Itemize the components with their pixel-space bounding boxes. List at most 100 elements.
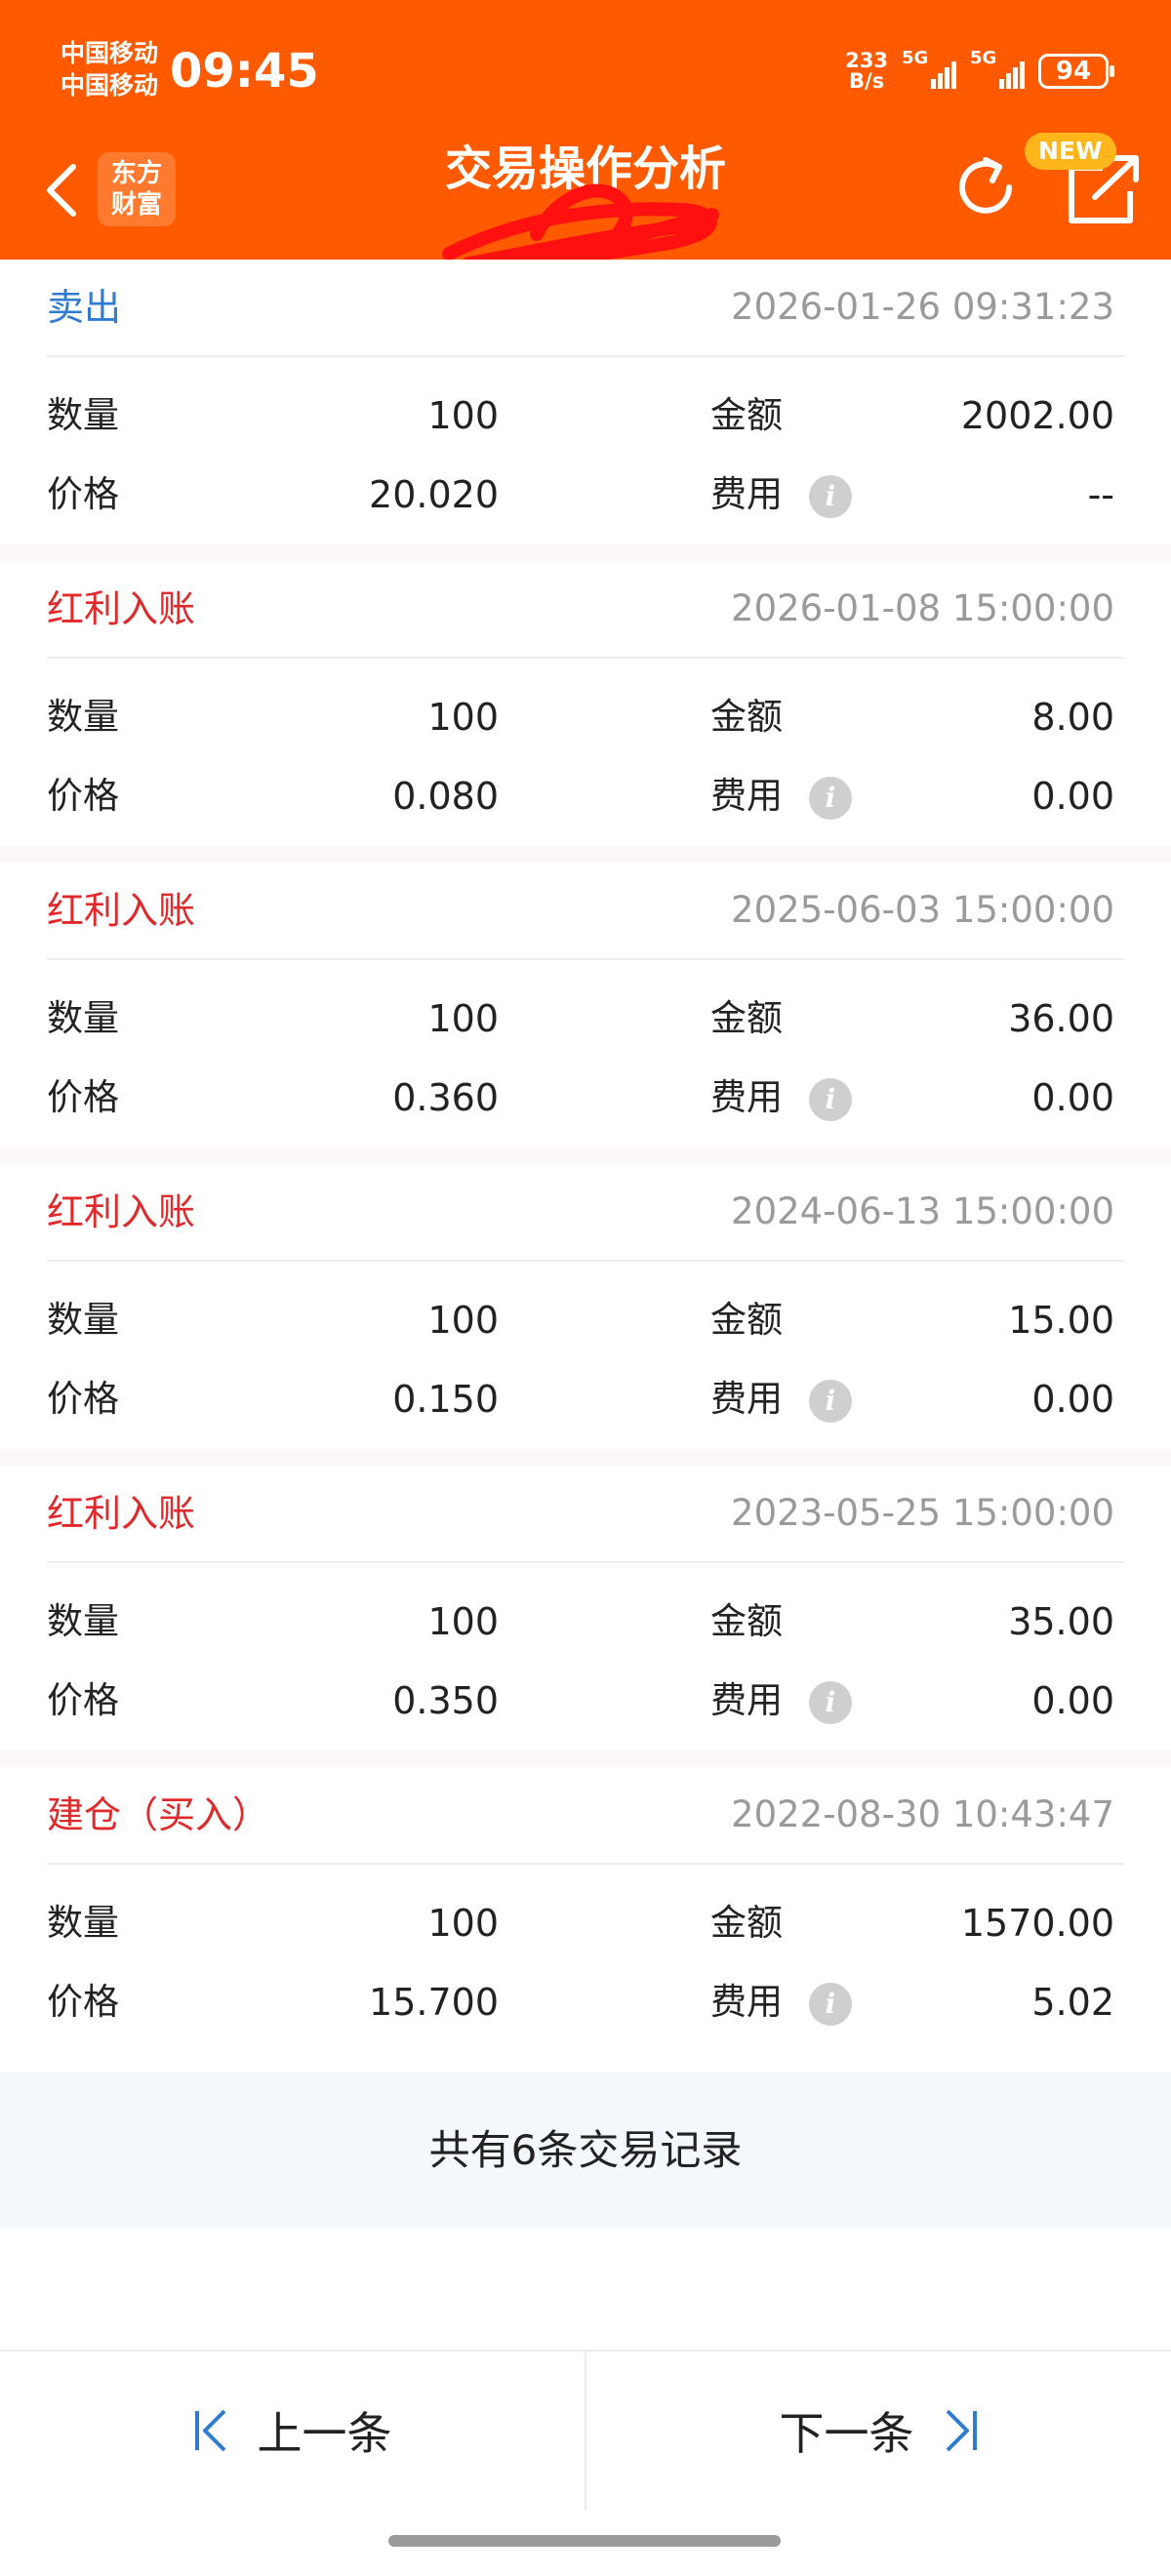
signal-icon: 5G — [902, 48, 956, 89]
amount-value: 2002.00 — [960, 394, 1114, 437]
next-record-button[interactable]: 下一条 — [586, 2352, 1171, 2510]
battery-level: 94 — [1055, 57, 1092, 86]
record-type: 建仓（买入） — [47, 1793, 270, 1836]
fee-label: 费用 — [710, 1378, 783, 1420]
info-icon[interactable]: i — [809, 1078, 852, 1121]
trade-record-list: 卖出 2026-01-26 09:31:23 数量 100 金额 2002.00… — [0, 260, 1171, 2052]
fee-value: 0.00 — [1031, 775, 1114, 818]
network-speed-value: 233 — [845, 49, 888, 72]
signal-icon-2: 5G — [970, 48, 1025, 89]
record-row-2: 价格 0.350 费用 i 0.00 — [47, 1671, 1124, 1730]
quantity-label: 数量 — [47, 1902, 119, 1944]
record-header: 卖出 2026-01-26 09:31:23 — [47, 260, 1124, 357]
record-header: 建仓（买入） 2022-08-30 10:43:47 — [47, 1767, 1124, 1865]
record-type: 卖出 — [47, 286, 122, 329]
info-icon[interactable]: i — [809, 1380, 852, 1423]
fee-label: 费用 — [710, 775, 783, 817]
record-row-1: 数量 100 金额 15.00 — [47, 1291, 1124, 1349]
record-type: 红利入账 — [47, 1492, 196, 1535]
price-value: 15.700 — [369, 1981, 499, 2024]
network-speed: 233 B/s — [845, 51, 888, 92]
carrier-info: 中国移动 中国移动 — [61, 37, 158, 101]
bottom-navigation: 上一条 下一条 — [0, 2350, 1171, 2510]
amount-label: 金额 — [710, 394, 783, 436]
trade-record-card: 红利入账 2026-01-08 15:00:00 数量 100 金额 8.00 … — [0, 561, 1171, 863]
record-row-1: 数量 100 金额 1570.00 — [47, 1894, 1124, 1952]
info-icon[interactable]: i — [809, 475, 852, 518]
record-row-1: 数量 100 金额 36.00 — [47, 989, 1124, 1048]
fee-label: 费用 — [710, 473, 783, 515]
trade-record-card: 卖出 2026-01-26 09:31:23 数量 100 金额 2002.00… — [0, 260, 1171, 561]
refresh-icon — [959, 157, 1012, 214]
amount-label: 金额 — [710, 1600, 783, 1642]
record-count-summary: 共有6条交易记录 — [0, 2073, 1171, 2229]
price-value: 0.350 — [392, 1679, 499, 1722]
next-last-icon — [946, 2409, 977, 2452]
record-header: 红利入账 2023-05-25 15:00:00 — [47, 1466, 1124, 1563]
carrier-2: 中国移动 — [61, 71, 159, 100]
price-label: 价格 — [47, 473, 119, 515]
record-time: 2025-06-03 15:00:00 — [731, 889, 1114, 931]
record-type: 红利入账 — [47, 889, 196, 932]
price-value: 0.360 — [392, 1076, 499, 1119]
amount-value: 35.00 — [1008, 1600, 1114, 1643]
price-label: 价格 — [47, 1679, 119, 1721]
quantity-label: 数量 — [47, 1600, 119, 1642]
info-icon[interactable]: i — [809, 1983, 852, 2026]
price-label: 价格 — [47, 1981, 119, 2023]
amount-label: 金额 — [710, 1299, 783, 1341]
record-header: 红利入账 2024-06-13 15:00:00 — [47, 1164, 1124, 1262]
record-row-2: 价格 0.360 费用 i 0.00 — [47, 1068, 1124, 1127]
header-bar: 中国移动 中国移动 09:45 233 B/s 5G 5G 94 东方 财富 交… — [0, 0, 1171, 280]
amount-value: 1570.00 — [960, 1902, 1114, 1945]
new-badge: NEW — [1025, 133, 1116, 170]
amount-value: 8.00 — [1031, 696, 1114, 739]
prev-record-button[interactable]: 上一条 — [0, 2352, 585, 2510]
trade-record-card: 红利入账 2025-06-03 15:00:00 数量 100 金额 36.00… — [0, 863, 1171, 1164]
price-value: 0.150 — [392, 1378, 499, 1421]
quantity-label: 数量 — [47, 997, 119, 1039]
quantity-value: 100 — [427, 1902, 499, 1945]
amount-value: 36.00 — [1008, 997, 1114, 1040]
record-header: 红利入账 2025-06-03 15:00:00 — [47, 863, 1124, 960]
fee-value: -- — [1087, 473, 1114, 516]
record-time: 2026-01-08 15:00:00 — [731, 587, 1114, 629]
quantity-value: 100 — [427, 1299, 499, 1342]
quantity-value: 100 — [427, 696, 499, 739]
amount-label: 金额 — [710, 997, 783, 1039]
fee-label: 费用 — [710, 1679, 783, 1721]
record-time: 2022-08-30 10:43:47 — [731, 1793, 1114, 1835]
record-row-2: 价格 20.020 费用 i -- — [47, 465, 1124, 524]
quantity-value: 100 — [427, 1600, 499, 1643]
record-header: 红利入账 2026-01-08 15:00:00 — [47, 561, 1124, 659]
carrier-1: 中国移动 — [61, 39, 159, 67]
trade-record-card: 红利入账 2023-05-25 15:00:00 数量 100 金额 35.00… — [0, 1466, 1171, 1767]
price-label: 价格 — [47, 1076, 119, 1118]
price-label: 价格 — [47, 775, 119, 817]
refresh-button[interactable] — [947, 148, 1025, 226]
record-row-2: 价格 0.150 费用 i 0.00 — [47, 1370, 1124, 1429]
info-icon[interactable]: i — [809, 1681, 852, 1724]
record-time: 2026-01-26 09:31:23 — [731, 286, 1114, 328]
next-label: 下一条 — [779, 2407, 914, 2460]
home-indicator[interactable] — [388, 2535, 781, 2547]
record-time: 2023-05-25 15:00:00 — [731, 1492, 1114, 1534]
quantity-label: 数量 — [47, 1299, 119, 1341]
fee-label: 费用 — [710, 1981, 783, 2023]
record-type: 红利入账 — [47, 1190, 196, 1233]
record-time: 2024-06-13 15:00:00 — [731, 1190, 1114, 1232]
prev-label: 上一条 — [257, 2407, 392, 2460]
status-icons: 233 B/s 5G 5G 94 — [845, 43, 1114, 100]
record-row-1: 数量 100 金额 8.00 — [47, 688, 1124, 746]
quantity-label: 数量 — [47, 394, 119, 436]
fee-value: 0.00 — [1031, 1076, 1114, 1119]
info-icon[interactable]: i — [809, 777, 852, 820]
record-type: 红利入账 — [47, 587, 196, 630]
record-row-2: 价格 0.080 费用 i 0.00 — [47, 767, 1124, 825]
amount-label: 金额 — [710, 1902, 783, 1944]
amount-label: 金额 — [710, 696, 783, 738]
trade-record-card: 建仓（买入） 2022-08-30 10:43:47 数量 100 金额 157… — [0, 1767, 1171, 2052]
fee-value: 0.00 — [1031, 1378, 1114, 1421]
fee-value: 0.00 — [1031, 1679, 1114, 1722]
quantity-label: 数量 — [47, 696, 119, 738]
